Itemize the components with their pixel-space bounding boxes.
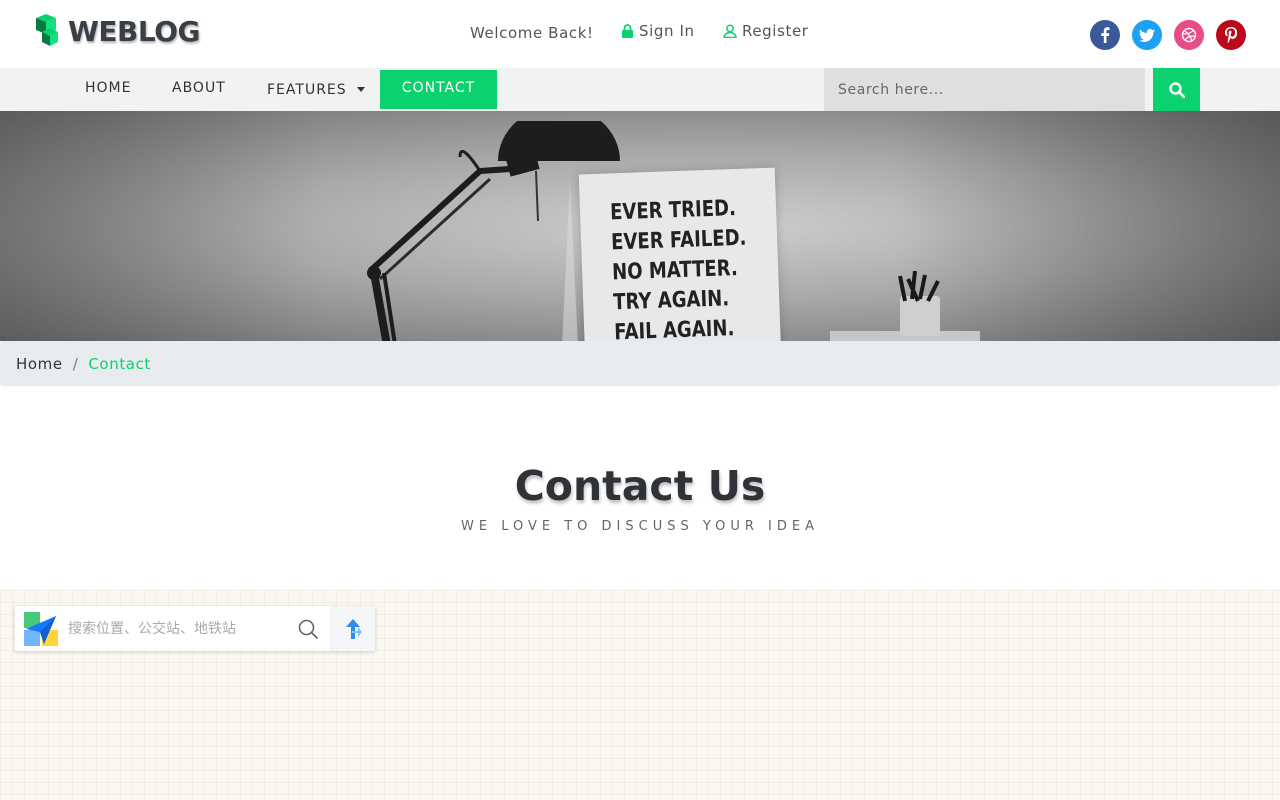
hero-banner: EVER TRIED. EVER FAILED. NO MATTER. TRY …: [0, 111, 1280, 341]
logo-text: WEBLOG: [68, 14, 200, 48]
map-logo-icon: [22, 610, 60, 648]
map-search-input[interactable]: [68, 613, 288, 644]
pencil-cup-icon: [830, 271, 980, 341]
caret-down-icon: [356, 87, 365, 92]
map-search-bar: [15, 606, 375, 651]
breadcrumb-current: Contact: [88, 354, 151, 373]
register-label: Register: [742, 22, 809, 40]
page-subtitle: WE LOVE TO DISCUSS YOUR IDEA: [461, 519, 819, 534]
poster-text: EVER TRIED. EVER FAILED. NO MATTER. TRY …: [609, 194, 747, 341]
logo-cube-icon: [32, 14, 62, 48]
nav-features-dropdown[interactable]: FEATURES: [267, 68, 365, 111]
site-logo[interactable]: WEBLOG: [32, 14, 200, 48]
poster-line: EVER FAILED.: [610, 225, 747, 256]
poster-line: NO MATTER.: [611, 255, 739, 286]
social-links: [1090, 20, 1246, 50]
register-link[interactable]: Register: [723, 22, 809, 40]
map-search-icon[interactable]: [297, 618, 319, 640]
twitter-icon[interactable]: [1132, 20, 1162, 50]
breadcrumb: Home / Contact: [0, 341, 1280, 386]
poster-line: EVER TRIED.: [609, 196, 737, 226]
main-navbar: HOME ABOUT FEATURES CONTACT: [0, 68, 1280, 111]
facebook-icon[interactable]: [1090, 20, 1120, 50]
search-button[interactable]: [1153, 68, 1200, 111]
dribbble-icon[interactable]: [1174, 20, 1204, 50]
user-icon: [723, 24, 737, 38]
search-input[interactable]: [824, 68, 1145, 111]
map-widget[interactable]: [0, 590, 1280, 800]
lock-icon: [622, 24, 633, 38]
welcome-text: Welcome Back!: [470, 24, 594, 42]
route-arrow-icon: [345, 618, 362, 639]
breadcrumb-home[interactable]: Home: [16, 355, 63, 373]
signin-link[interactable]: Sign In: [621, 22, 695, 40]
route-button[interactable]: [330, 606, 375, 651]
pinterest-icon[interactable]: [1216, 20, 1246, 50]
poster-line: TRY AGAIN.: [612, 286, 730, 316]
nav-contact[interactable]: CONTACT: [380, 70, 497, 109]
motivational-poster: EVER TRIED. EVER FAILED. NO MATTER. TRY …: [578, 167, 782, 341]
search-icon: [1168, 81, 1185, 98]
page-title: Contact Us: [514, 462, 766, 510]
signin-label: Sign In: [639, 22, 695, 40]
nav-about[interactable]: ABOUT: [172, 68, 226, 111]
nav-features-label: FEATURES: [267, 81, 347, 98]
nav-home[interactable]: HOME: [85, 68, 131, 111]
poster-line: FAIL AGAIN.: [613, 316, 735, 341]
breadcrumb-separator: /: [72, 354, 79, 373]
top-header: WEBLOG Welcome Back! Sign In Register: [0, 0, 1280, 68]
